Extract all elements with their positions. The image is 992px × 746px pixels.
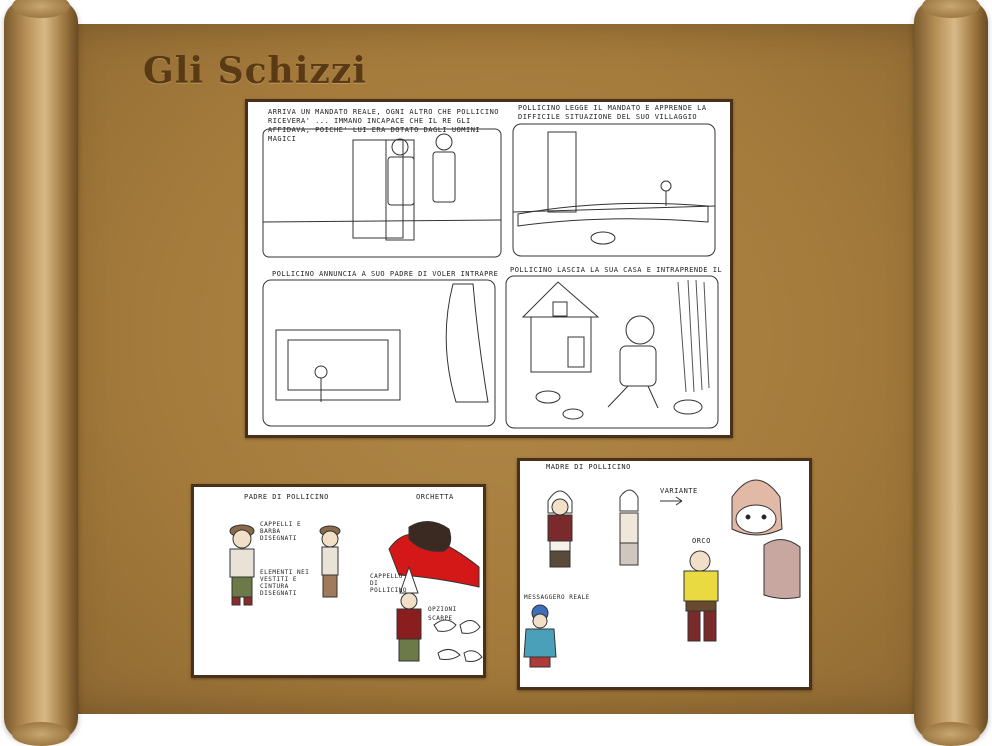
sheet-label: ORCHETTA <box>416 493 454 501</box>
sheet-note: ELEMENTI NEI VESTITI E CINTURA DISEGNATI <box>260 569 310 597</box>
sheet-label: VARIANTE <box>660 487 698 495</box>
sheet-label: OPZIONI SCARPE <box>428 606 457 622</box>
roll-cap <box>12 0 70 18</box>
sheet-label: MADRE DI POLLICINO <box>546 463 631 471</box>
character-sheet-drawing <box>229 521 483 662</box>
panel-caption: POLLICINO LEGGE IL MANDATO E APPRENDE LA… <box>518 104 707 121</box>
character-sheet-left: PADRE DI POLLICINO ORCHETTA CAPPELLI E B… <box>191 484 486 678</box>
panel-caption: POLLICINO ANNUNCIA A SUO PADRE DI VOLER … <box>272 270 498 278</box>
sheet-note: CAPPELLI E BARBA DISEGNATI <box>260 521 302 542</box>
sheet-label: PADRE DI POLLICINO <box>244 493 329 501</box>
page-title: Gli Schizzi <box>143 50 367 92</box>
roll-cap <box>12 722 70 746</box>
scroll-roll-right <box>914 0 988 746</box>
panel-caption: ARRIVA UN MANDATO REALE, OGNI ALTRO CHE … <box>268 108 500 143</box>
roll-cap <box>922 722 980 746</box>
character-sheet-right: MADRE DI POLLICINO VARIANTE ORCO MESSAGG… <box>517 458 812 690</box>
sheet-label: MESSAGGERO REALE <box>524 594 590 601</box>
panel-caption: POLLICINO LASCIA LA SUA CASA E INTRAPREN… <box>510 266 724 274</box>
roll-cap <box>922 0 980 18</box>
sheet-label: ORCO <box>692 537 711 545</box>
sheet-label: CAPPELLO DI POLLICINO <box>370 573 408 594</box>
storyboard-sketch: ARRIVA UN MANDATO REALE, OGNI ALTRO CHE … <box>245 99 733 438</box>
scroll-roll-left <box>4 0 78 746</box>
